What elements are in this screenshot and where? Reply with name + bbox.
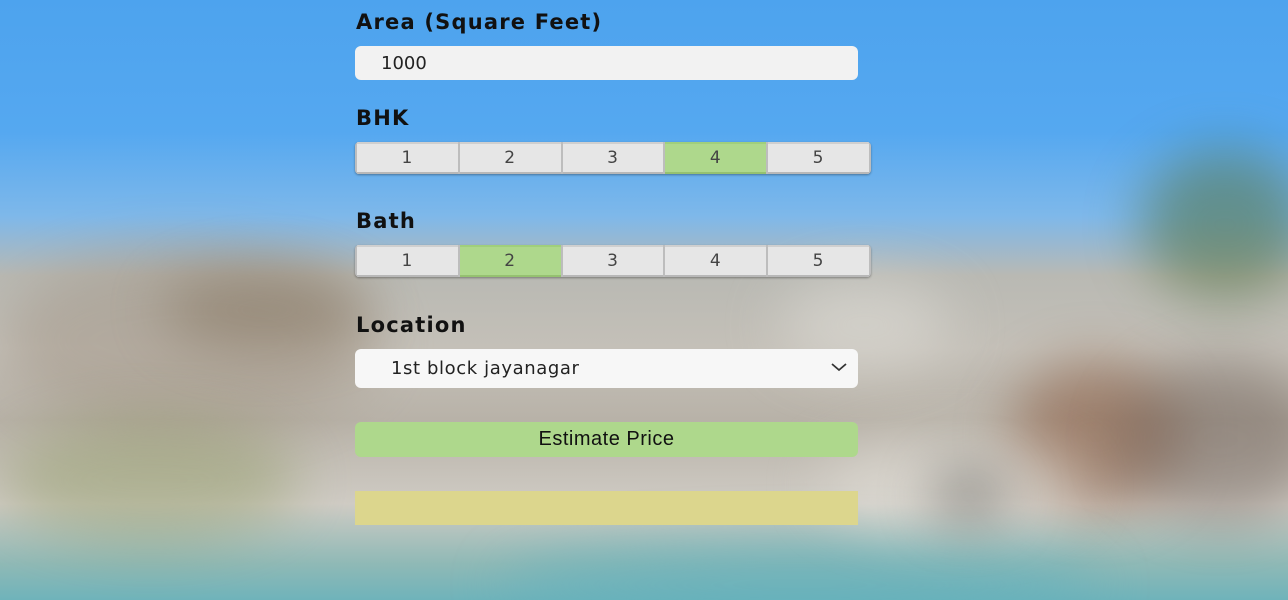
area-input[interactable] bbox=[355, 46, 858, 80]
location-selected-value: 1st block jayanagar bbox=[391, 358, 580, 379]
bath-label: Bath bbox=[356, 209, 416, 233]
location-select[interactable]: 1st block jayanagar bbox=[355, 349, 858, 388]
bhk-option-5[interactable]: 5 bbox=[768, 142, 869, 174]
bath-option-3[interactable]: 3 bbox=[562, 245, 664, 277]
bath-switch: 1 2 3 4 5 bbox=[355, 245, 871, 277]
estimate-price-button[interactable]: Estimate Price bbox=[355, 422, 858, 457]
bhk-option-3[interactable]: 3 bbox=[562, 142, 664, 174]
bhk-option-2[interactable]: 2 bbox=[459, 142, 561, 174]
bath-option-5[interactable]: 5 bbox=[768, 245, 869, 277]
bath-option-4[interactable]: 4 bbox=[665, 245, 767, 277]
bhk-option-4[interactable]: 4 bbox=[665, 142, 767, 174]
bhk-label: BHK bbox=[356, 106, 410, 130]
bhk-switch: 1 2 3 4 5 bbox=[355, 142, 871, 174]
bath-option-2[interactable]: 2 bbox=[459, 245, 561, 277]
bath-option-1[interactable]: 1 bbox=[357, 245, 458, 277]
bhk-option-1[interactable]: 1 bbox=[357, 142, 458, 174]
area-label: Area (Square Feet) bbox=[356, 10, 603, 34]
location-label: Location bbox=[356, 313, 467, 337]
estimated-price-result bbox=[355, 491, 858, 525]
chevron-down-icon bbox=[831, 363, 847, 372]
